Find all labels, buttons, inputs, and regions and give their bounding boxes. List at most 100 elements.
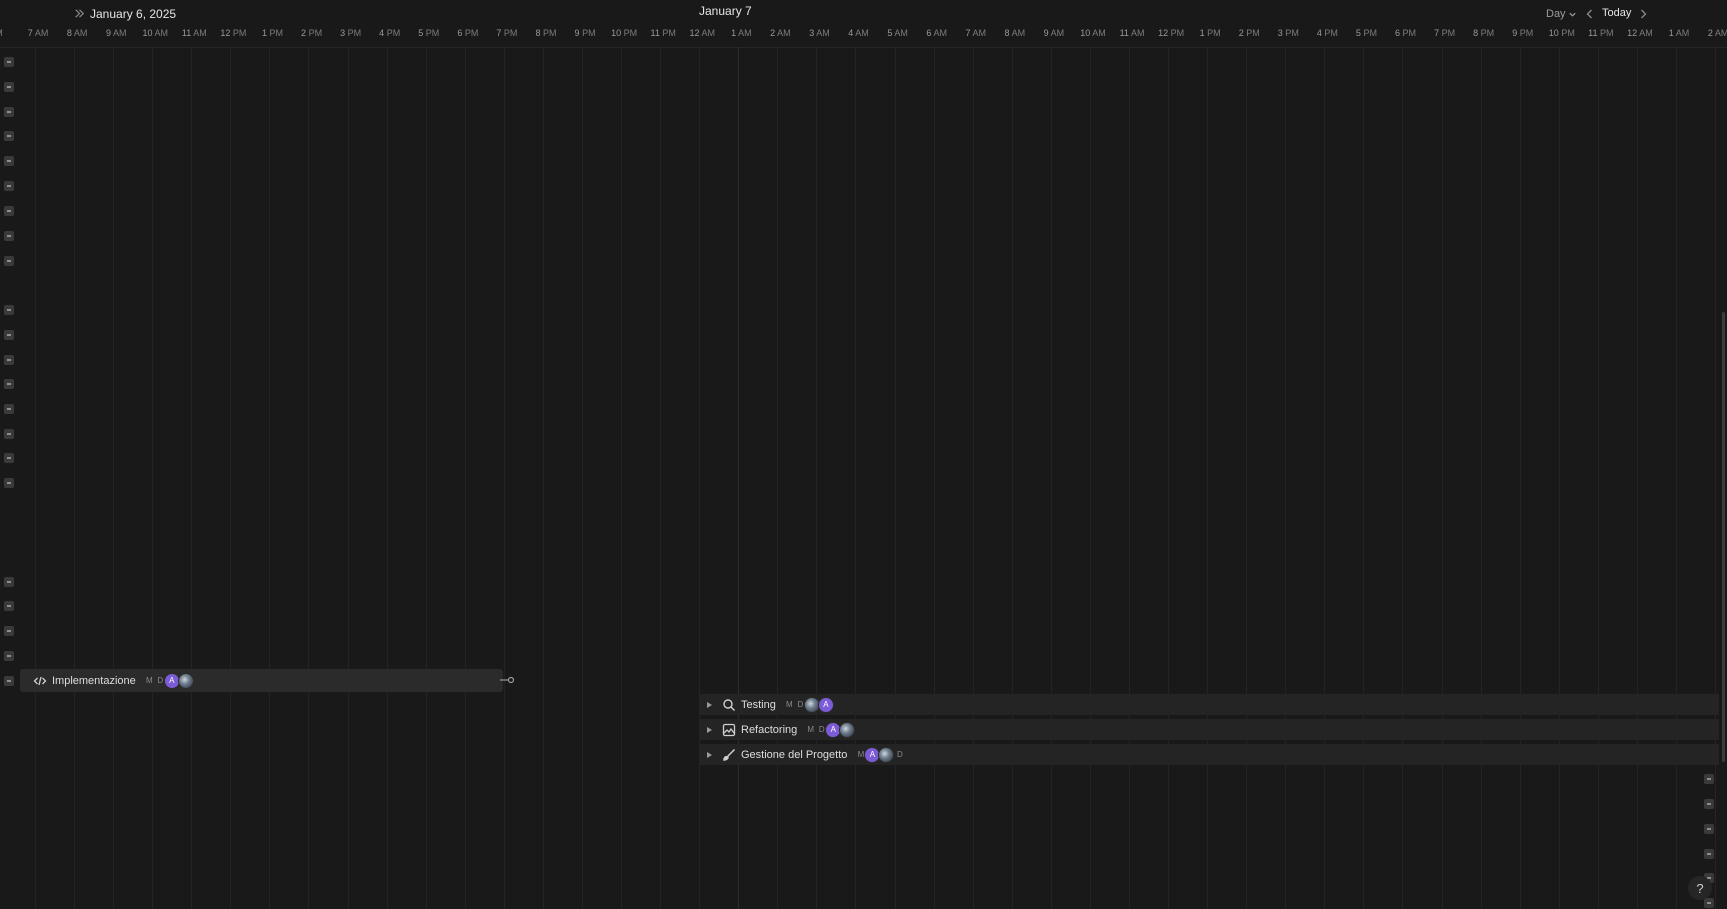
task-bar-gestione-del-progetto[interactable]: Gestione del Progetto M A D [699,744,905,765]
row-add-button[interactable] [4,131,14,141]
dependency-link-handle-icon[interactable] [500,676,516,684]
hour-ampm: PM [232,28,247,38]
next-date-label: January 7 [699,4,752,18]
hour-ampm: PM [582,28,596,38]
chevron-left-icon[interactable] [1583,7,1597,21]
row-add-button[interactable] [1704,849,1714,859]
assignee-avatars[interactable]: M D A [784,696,834,713]
row-add-button[interactable] [4,57,14,67]
hour-label: 8 AM [67,28,88,38]
hour-label: 8 PM [1473,28,1494,38]
hour-ampm: PM [386,28,401,38]
row-add-button[interactable] [4,305,14,315]
hour-number: 2 [1707,28,1713,38]
task-title: Gestione del Progetto [741,748,848,761]
hour-number: 12 [689,28,700,38]
assignee-avatars[interactable]: M D A [805,721,856,738]
task-title: Implementazione [52,674,136,687]
row-add-button[interactable] [4,453,14,463]
row-add-button[interactable] [4,355,14,365]
hour-number: 2 [301,28,307,38]
assignee-avatars[interactable]: M A D [855,746,905,763]
vertical-scrollbar[interactable] [1722,312,1725,762]
hour-number: 4 [379,28,385,38]
row-add-button[interactable] [4,626,14,636]
chevron-down-icon [1568,12,1576,17]
row-add-button[interactable] [4,429,14,439]
hour-label: 7 PM [496,28,517,38]
task-bar-implementazione[interactable]: Implementazione M D A [20,669,503,692]
hour-gridline [35,47,36,909]
assignee-avatars[interactable]: M D A [144,672,194,689]
row-add-button[interactable] [1704,774,1714,784]
hour-gridline [308,47,310,909]
hour-number: 3 [1277,28,1283,38]
today-button[interactable]: Today [1602,7,1631,19]
hour-ampm: PM [623,28,638,38]
view-mode-select[interactable]: Day [1546,8,1577,20]
hour-number: 10 [611,28,622,38]
hour-label: 2 AM [1708,28,1727,38]
hour-label: 10 AM [143,28,169,38]
task-bar-refactoring[interactable]: Refactoring M D A [699,719,856,740]
row-add-button[interactable] [4,156,14,166]
row-add-button[interactable] [4,206,14,216]
hour-ampm: PM [425,28,440,38]
row-add-button[interactable] [4,478,14,488]
hour-gridline [1636,47,1638,909]
row-add-button[interactable] [4,601,14,611]
double-chevron-right-icon[interactable] [73,7,86,20]
hour-ampm: PM [503,28,518,38]
row-add-button[interactable] [4,330,14,340]
row-add-button[interactable] [1704,799,1714,809]
hour-ampm: PM [1363,28,1377,38]
expand-caret-icon[interactable] [704,750,714,760]
row-add-button[interactable] [4,379,14,389]
hour-number: 5 [887,28,893,38]
row-add-button[interactable] [4,256,14,266]
hour-ampm: PM [1246,28,1260,38]
hour-label: 10 AM [1080,28,1106,38]
hour-ampm: PM [1600,28,1614,38]
row-add-button[interactable] [4,107,14,117]
row-add-button[interactable] [4,181,14,191]
hour-ampm: AM [933,28,947,38]
hour-ampm: AM [816,28,830,38]
hour-gridline [152,47,154,909]
hour-ampm: AM [777,28,791,38]
hour-number: 4 [848,28,854,38]
row-add-button[interactable] [4,404,14,414]
hour-ampm: PM [1285,28,1299,38]
row-add-button[interactable] [4,676,14,686]
hour-ampm: PM [1324,28,1338,38]
hour-ampm: PM [662,28,676,38]
hour-label: 7 PM [1434,28,1455,38]
hour-label: 12 AM [1627,28,1653,38]
expand-caret-icon[interactable] [704,725,714,735]
hour-label: 12 AM [689,28,715,38]
row-add-button[interactable] [4,577,14,587]
row-add-button[interactable] [4,651,14,661]
hour-number: 3 [340,28,346,38]
hour-ampm: AM [1130,28,1145,38]
hour-ampm: PM [1441,28,1456,38]
row-add-button[interactable] [1704,898,1714,908]
hour-number: 7 [965,28,971,38]
row-add-button[interactable] [1704,824,1714,834]
hour-label: 9 PM [1512,28,1533,38]
image-edit-icon [722,723,736,736]
task-bar-testing[interactable]: Testing M D A [699,694,834,715]
timeline-header: January 6, 2025 January 7 Day Today M 7 A… [0,0,1727,48]
hour-label: 8 AM [1005,28,1026,38]
hour-gridline [230,47,232,909]
hour-gridline [1011,47,1013,909]
row-add-button[interactable] [4,82,14,92]
hour-ampm: AM [701,28,716,38]
chevron-right-icon[interactable] [1636,7,1650,21]
expand-caret-icon[interactable] [704,700,714,710]
help-button[interactable]: ? [1688,876,1712,900]
hour-label: 6 PM [457,28,478,38]
hour-label: 6 AM [926,28,947,38]
row-add-button[interactable] [4,231,14,241]
hour-gridline [1128,47,1130,909]
